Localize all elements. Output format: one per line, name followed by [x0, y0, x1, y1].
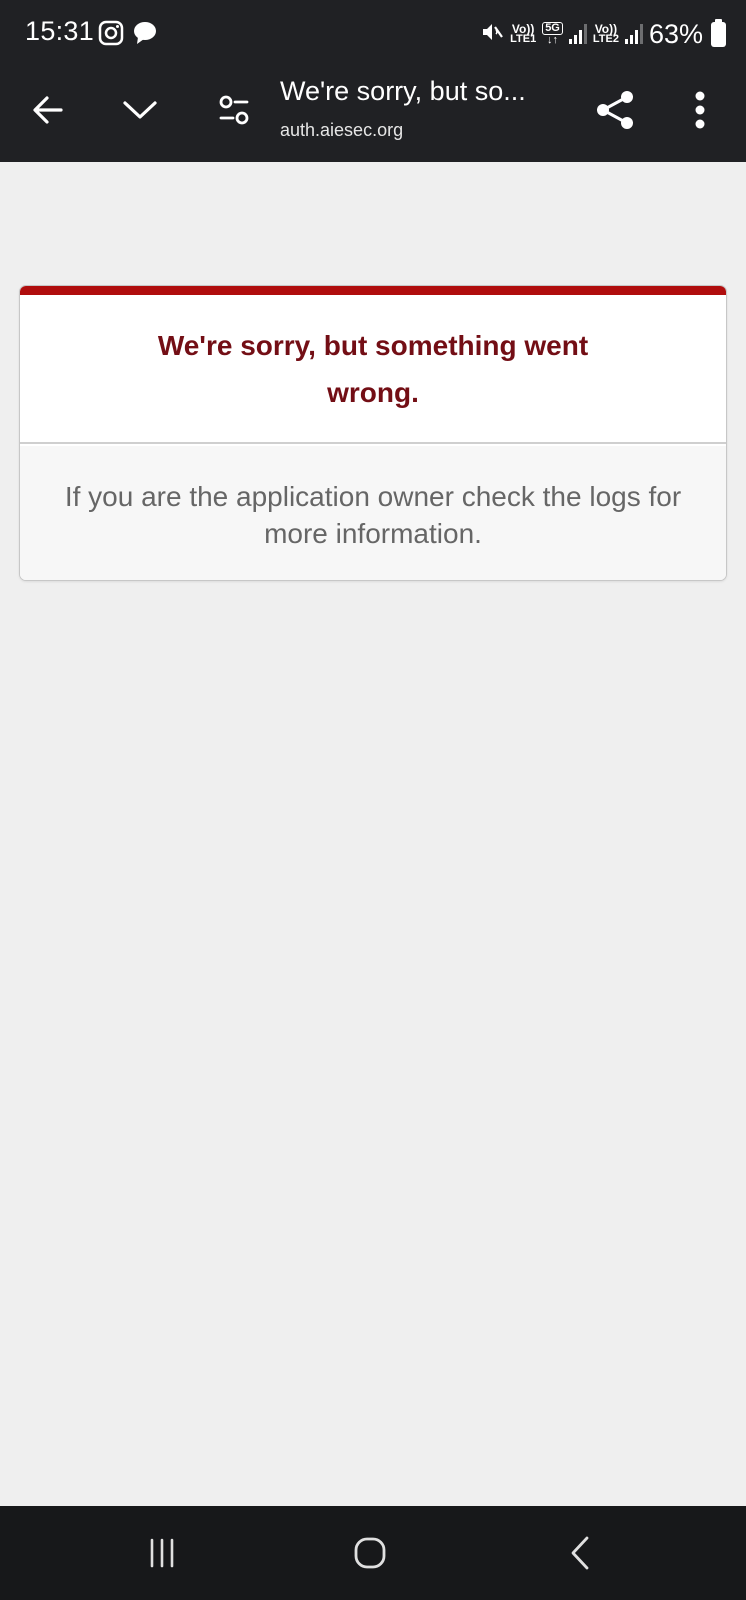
share-icon — [597, 91, 633, 129]
tune-icon — [219, 95, 249, 125]
system-back-button[interactable] — [545, 1524, 615, 1582]
data-arrows-icon: ↓↑ — [547, 34, 559, 46]
chat-bubble-icon — [132, 20, 158, 51]
signal-bars-2-icon — [624, 24, 643, 44]
home-button[interactable] — [335, 1524, 405, 1582]
page-url: auth.aiesec.org — [280, 120, 404, 140]
sim1-volte: Vo)) LTE1 — [510, 22, 537, 45]
battery-percent: 63% — [648, 18, 703, 49]
page-title: We're sorry, but so... — [280, 76, 526, 106]
more-vert-icon — [695, 91, 705, 129]
home-icon — [354, 1537, 386, 1569]
site-settings-button[interactable] — [210, 84, 258, 136]
battery-icon — [711, 18, 726, 47]
mute-icon — [480, 20, 504, 49]
error-heading: We're sorry, but something went wrong. — [20, 295, 726, 444]
back-button[interactable] — [24, 86, 72, 134]
status-indicators: Vo)) LTE1 5G ↓↑ Vo)) LTE2 63% — [480, 14, 726, 54]
minimize-button[interactable] — [116, 86, 164, 134]
network-type-badge: 5G ↓↑ — [542, 22, 563, 46]
system-navigation-bar — [0, 1506, 746, 1600]
notification-icons — [98, 20, 158, 51]
status-bar: 15:31 Vo)) LTE1 5G ↓↑ Vo)) LTE2 63% — [0, 0, 746, 66]
error-card: We're sorry, but something went wrong. I… — [19, 285, 727, 581]
chevron-down-icon — [123, 101, 157, 119]
status-time: 15:31 — [25, 16, 95, 46]
error-accent-bar — [20, 286, 726, 295]
share-button[interactable] — [590, 84, 640, 136]
error-message: If you are the application owner check t… — [20, 446, 726, 580]
recents-icon — [150, 1538, 174, 1568]
instagram-icon — [98, 20, 124, 51]
sim2-volte: Vo)) LTE2 — [592, 22, 619, 45]
signal-bars-1-icon — [568, 24, 587, 44]
back-arrow-icon — [33, 96, 63, 124]
recents-button[interactable] — [127, 1524, 197, 1582]
custom-tab-toolbar: We're sorry, but so... auth.aiesec.org — [0, 66, 746, 162]
back-icon — [571, 1536, 589, 1570]
more-options-button[interactable] — [680, 84, 720, 136]
